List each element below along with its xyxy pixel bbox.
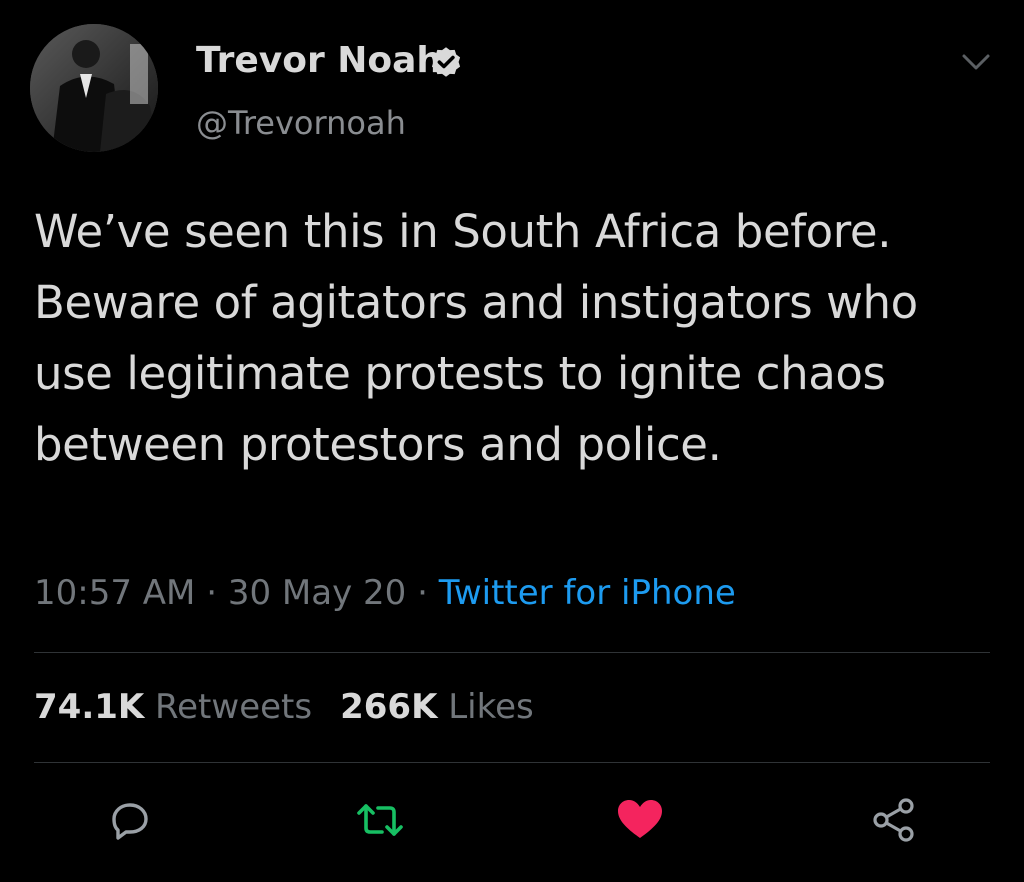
tweet-date: 30 May 20 [227,573,407,613]
reply-icon [112,803,148,840]
retweet-icon [357,804,403,836]
author-handle[interactable]: @Trevornoah [196,102,406,144]
likes-count: 266K [340,687,438,727]
likes-label: Likes [448,687,534,727]
tweet-time: 10:57 AM [34,573,196,613]
tweet-meta: 10:57 AM · 30 May 20 · Twitter for iPhon… [34,568,736,618]
tweet-stats: 74.1K Retweets 266K Likes [34,682,534,732]
likes-stat[interactable]: 266K Likes [340,687,534,727]
share-icon [873,798,914,842]
author-name[interactable]: Trevor Noah [196,38,442,84]
chevron-down-icon[interactable] [958,48,994,76]
meta-separator: · [195,573,228,613]
retweets-stat[interactable]: 74.1K Retweets [34,687,312,727]
tweet-source-link[interactable]: Twitter for iPhone [439,573,736,613]
tweet-detail: Trevor Noah @Trevornoah We’ve seen this … [0,0,1024,882]
verified-badge-icon [431,47,461,77]
divider [34,652,990,653]
action-bar [0,790,1024,860]
like-icon [618,800,662,838]
avatar-image [30,24,158,152]
meta-separator: · [406,573,439,613]
retweet-button[interactable] [350,790,410,850]
reply-button[interactable] [100,790,160,850]
like-button[interactable] [610,790,670,850]
tweet-text: We’ve seen this in South Africa before. … [34,205,918,471]
divider [34,762,990,763]
share-button[interactable] [864,790,924,850]
retweets-count: 74.1K [34,687,145,727]
retweets-label: Retweets [155,687,313,727]
avatar[interactable] [30,24,158,152]
